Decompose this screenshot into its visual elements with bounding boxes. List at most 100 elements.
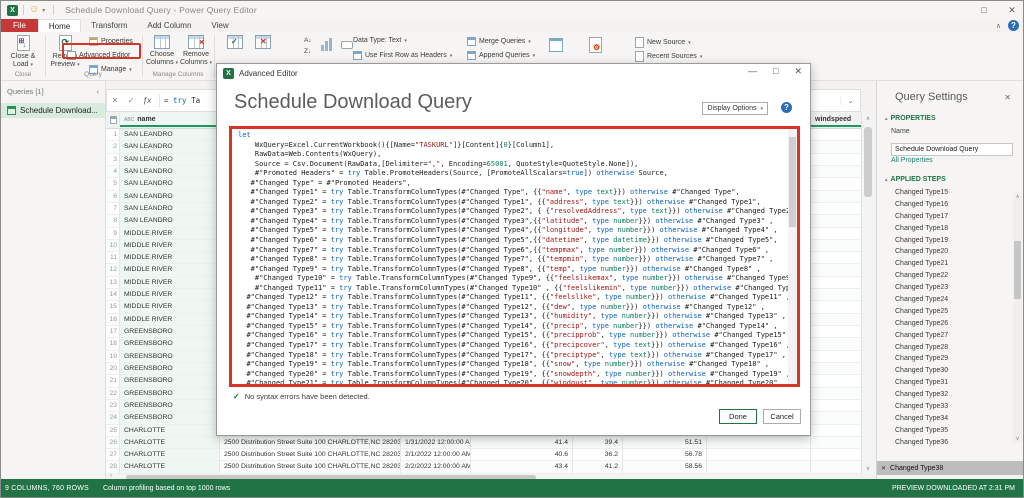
keep-rows-button[interactable]: ✓: [227, 35, 243, 51]
steps-scroll-up-icon[interactable]: ∧: [1013, 194, 1022, 200]
applied-step-item[interactable]: Changed Type33: [881, 401, 1011, 413]
grid-cell[interactable]: GREENSBORO: [120, 388, 220, 400]
grid-cell[interactable]: MIDDLE RIVER: [120, 314, 220, 326]
expand-formula-bar-icon[interactable]: ⌄: [840, 97, 860, 105]
grid-cell[interactable]: [811, 461, 861, 473]
applied-step-item[interactable]: Changed Type17: [881, 211, 1011, 223]
grid-cell[interactable]: [811, 326, 861, 338]
column-header-name[interactable]: ABC name: [120, 113, 220, 128]
grid-cell[interactable]: 20: [106, 363, 120, 375]
cancel-button[interactable]: Cancel: [763, 409, 801, 424]
data-type-button[interactable]: Data Type: Text ▾: [353, 37, 407, 44]
applied-step-item[interactable]: Changed Type23: [881, 282, 1011, 294]
grid-cell[interactable]: MIDDLE RIVER: [120, 277, 220, 289]
grid-cell[interactable]: [811, 301, 861, 313]
sort-ascending-button[interactable]: A↓: [304, 37, 312, 44]
grid-cell[interactable]: 41.4: [471, 437, 573, 449]
grid-cell[interactable]: CHARLOTTE: [120, 461, 220, 473]
grid-cell[interactable]: 9: [106, 228, 120, 240]
collapse-ribbon-icon[interactable]: ∧: [996, 22, 1001, 30]
grid-cell[interactable]: [811, 191, 861, 203]
grid-cell[interactable]: [811, 437, 861, 449]
remove-rows-button[interactable]: ✕: [255, 35, 271, 51]
grid-cell[interactable]: 36.2: [573, 449, 623, 461]
smiley-dropdown-caret[interactable]: ▾: [42, 7, 45, 14]
grid-cell[interactable]: CHARLOTTE: [120, 437, 220, 449]
applied-step-item[interactable]: Changed Type32: [881, 389, 1011, 401]
grid-cell[interactable]: MIDDLE RIVER: [120, 228, 220, 240]
grid-cell[interactable]: 28: [106, 461, 120, 473]
applied-step-item[interactable]: Changed Type25: [881, 306, 1011, 318]
restore-window-button[interactable]: □: [977, 5, 991, 15]
grid-cell[interactable]: 39.4: [573, 437, 623, 449]
manage-parameters-icon[interactable]: ⚙: [589, 37, 602, 53]
selected-applied-step[interactable]: ✕ Changed Type38: [877, 461, 1024, 475]
grid-cell[interactable]: [811, 228, 861, 240]
delete-step-icon[interactable]: ✕: [881, 465, 886, 472]
grid-cell[interactable]: 2500 Distribution Street Suite 100 CHARL…: [220, 437, 401, 449]
applied-step-item[interactable]: Changed Type36: [881, 437, 1011, 449]
grid-cell[interactable]: [707, 449, 811, 461]
grid-cell[interactable]: [811, 449, 861, 461]
tab-file[interactable]: File: [1, 19, 38, 32]
tab-home[interactable]: Home: [38, 19, 81, 32]
grid-cell[interactable]: MIDDLE RIVER: [120, 289, 220, 301]
grid-cell[interactable]: 43.4: [471, 461, 573, 473]
dialog-minimize-icon[interactable]: —: [748, 66, 757, 77]
choose-columns-button[interactable]: Choose Columns ▾: [145, 35, 179, 67]
use-first-row-button[interactable]: Use First Row as Headers ▾: [353, 51, 452, 60]
grid-cell[interactable]: 3: [106, 154, 120, 166]
steps-scrollbar[interactable]: ∧ ∨: [1013, 193, 1022, 443]
group-by-icon[interactable]: [341, 41, 353, 49]
grid-corner-cell[interactable]: [106, 113, 120, 128]
grid-cell[interactable]: [811, 289, 861, 301]
grid-cell[interactable]: [811, 412, 861, 424]
tab-transform[interactable]: Transform: [81, 19, 137, 32]
grid-cell[interactable]: 7: [106, 203, 120, 215]
grid-cell[interactable]: [811, 388, 861, 400]
grid-cell[interactable]: [811, 252, 861, 264]
table-row[interactable]: 27CHARLOTTE2500 Distribution Street Suit…: [106, 449, 861, 461]
grid-cell[interactable]: SAN LEANDRO: [120, 191, 220, 203]
grid-cell[interactable]: SAN LEANDRO: [120, 154, 220, 166]
grid-cell[interactable]: MIDDLE RIVER: [120, 264, 220, 276]
tab-add-column[interactable]: Add Column: [137, 19, 201, 32]
grid-cell[interactable]: SAN LEANDRO: [120, 215, 220, 227]
grid-cell[interactable]: 56.78: [623, 449, 707, 461]
applied-step-item[interactable]: Changed Type34: [881, 413, 1011, 425]
grid-cell[interactable]: MIDDLE RIVER: [120, 301, 220, 313]
grid-cell[interactable]: 14: [106, 289, 120, 301]
applied-step-item[interactable]: Changed Type31: [881, 377, 1011, 389]
grid-cell[interactable]: 4: [106, 166, 120, 178]
grid-cell[interactable]: 2/2/2022 12:00:00 AM: [401, 461, 471, 473]
steps-scroll-down-icon[interactable]: ∨: [1013, 436, 1022, 442]
grid-cell[interactable]: 2500 Distribution Street Suite 100 CHARL…: [220, 449, 401, 461]
grid-cell[interactable]: SAN LEANDRO: [120, 203, 220, 215]
close-and-load-button[interactable]: ⊞ ↓ Close & Load ▾: [5, 35, 41, 69]
all-properties-link[interactable]: All Properties: [877, 157, 1024, 164]
grid-cell[interactable]: SAN LEANDRO: [120, 178, 220, 190]
grid-cell[interactable]: 18: [106, 338, 120, 350]
table-row[interactable]: 26CHARLOTTE2500 Distribution Street Suit…: [106, 437, 861, 449]
close-settings-icon[interactable]: ✕: [1004, 93, 1011, 102]
grid-cell[interactable]: [811, 264, 861, 276]
code-scrollbar[interactable]: [788, 129, 797, 384]
applied-step-item[interactable]: Changed Type35: [881, 425, 1011, 437]
sort-descending-button[interactable]: Z↓: [304, 48, 311, 55]
remove-columns-button[interactable]: ✕ Remove Columns ▾: [179, 35, 213, 67]
applied-step-item[interactable]: Changed Type21: [881, 258, 1011, 270]
append-queries-button[interactable]: Append Queries ▾: [467, 51, 535, 60]
close-window-button[interactable]: ✕: [1005, 5, 1019, 16]
display-options-button[interactable]: Display Options ▾: [702, 102, 768, 115]
grid-cell[interactable]: CHARLOTTE: [120, 449, 220, 461]
grid-cell[interactable]: 1/31/2022 12:00:00 AM: [401, 437, 471, 449]
grid-cell[interactable]: [811, 425, 861, 437]
grid-cell[interactable]: [707, 461, 811, 473]
combine-files-icon[interactable]: [549, 38, 563, 52]
applied-step-item[interactable]: Changed Type29: [881, 353, 1011, 365]
column-header-windspeed[interactable]: windspeed: [811, 113, 861, 128]
grid-cell[interactable]: 12: [106, 264, 120, 276]
grid-cell[interactable]: [811, 351, 861, 363]
grid-cell[interactable]: GREENSBORO: [120, 400, 220, 412]
tab-view[interactable]: View: [201, 19, 238, 32]
